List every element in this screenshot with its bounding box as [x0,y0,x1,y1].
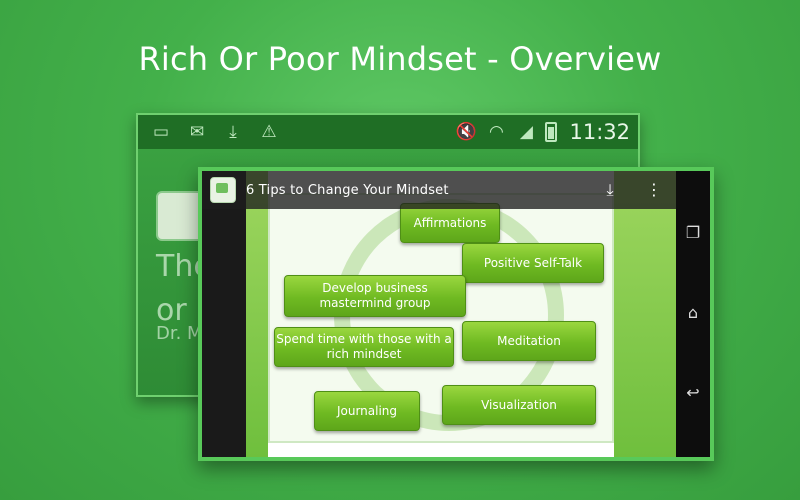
image-icon: ▭ [152,122,170,142]
warning-icon: ⚠ [261,122,277,142]
slide-area: Affirmations Positive Self-Talk Develop … [246,171,676,457]
diagram-box-positive-self-talk: Positive Self-Talk [462,243,604,283]
front-phone-screen: Affirmations Positive Self-Talk Develop … [198,167,714,461]
video-topbar: 6 Tips to Change Your Mindset ⤓ ⋮ [202,171,676,209]
slide-left-band [246,171,268,457]
home-icon[interactable]: ⌂ [683,303,703,323]
diagram-box-rich-mindset: Spend time with those with a rich mindse… [274,327,454,367]
left-pane [202,171,246,457]
diagram-box-meditation: Meditation [462,321,596,361]
status-clock: 11:32 [569,120,630,144]
back-subtitle: Dr. M [156,323,203,344]
diagram-box-visualization: Visualization [442,385,596,425]
diagram-box-affirmations: Affirmations [400,203,500,243]
diagram-box-mastermind: Develop business mastermind group [284,275,466,317]
download-icon[interactable]: ⤓ [600,180,620,200]
wifi-icon: ◠ [489,122,504,142]
mute-icon: 🔇 [455,122,478,142]
course-thumbnail-icon[interactable] [210,177,236,203]
diagram-box-journaling: Journaling [314,391,420,431]
status-bar: ▭ ✉ ⤓ ⚠ 🔇 ◠ ◢ 11:32 [138,115,638,149]
battery-icon [545,122,558,142]
mail-icon: ✉ [189,122,205,142]
download-icon: ⤓ [229,122,237,142]
back-icon[interactable]: ↩ [683,383,703,403]
more-options-icon[interactable]: ⋮ [644,180,664,199]
recent-apps-icon[interactable]: ❐ [683,223,703,243]
android-nav-bar: ❐ ⌂ ↩ [676,171,710,457]
page-headline: Rich Or Poor Mindset - Overview [138,40,662,78]
slide-right-band [614,171,676,457]
lecture-title: 6 Tips to Change Your Mindset [246,182,449,198]
signal-icon: ◢ [519,122,533,142]
